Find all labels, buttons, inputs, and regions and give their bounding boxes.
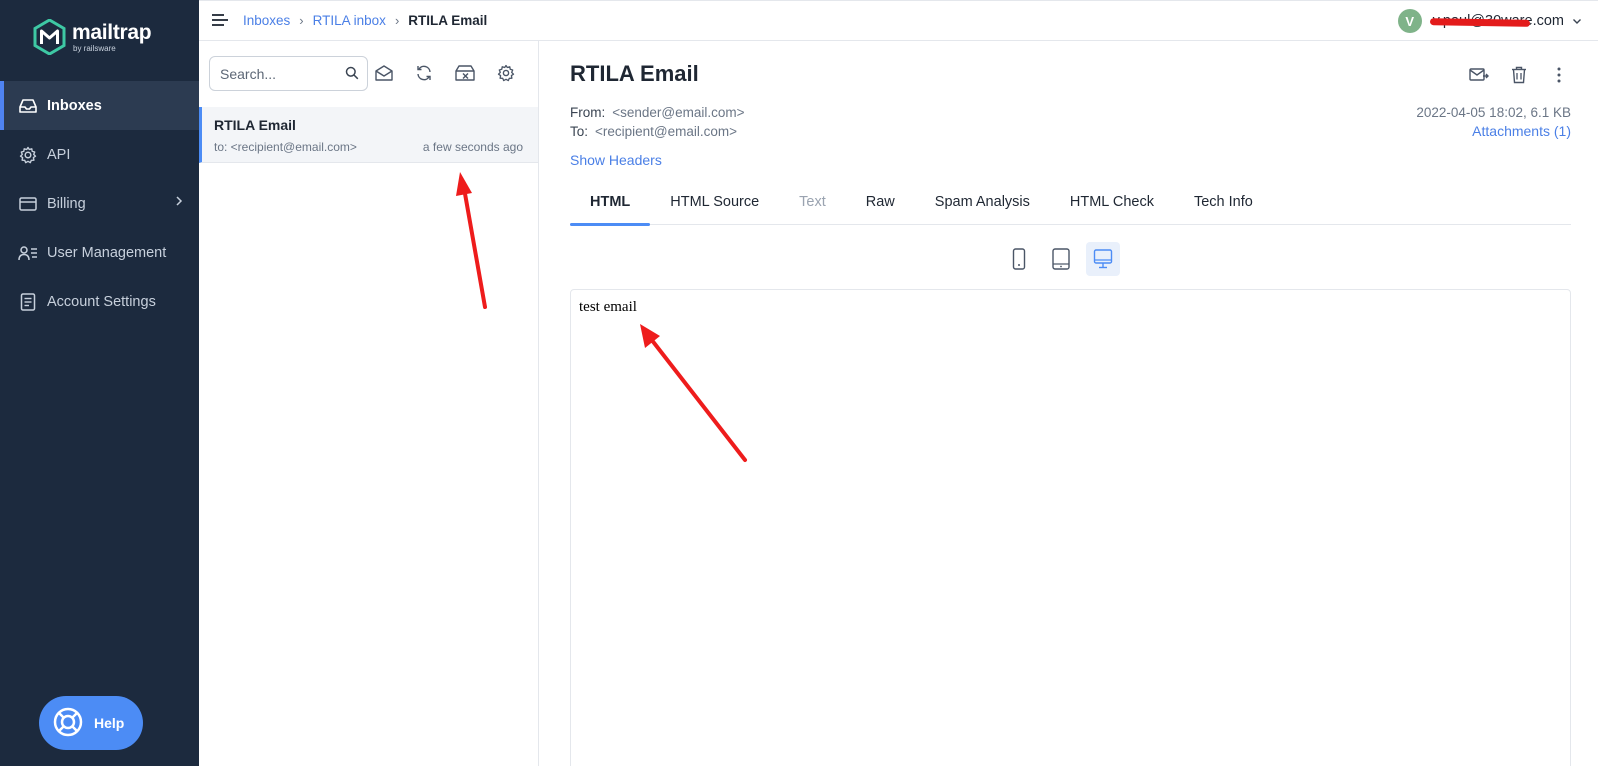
message-time: a few seconds ago <box>422 140 523 154</box>
forward-icon[interactable] <box>1467 63 1491 87</box>
menu-toggle-icon[interactable] <box>211 13 229 32</box>
gear-icon <box>18 145 38 165</box>
message-view: RTILA Email From: <sender@email.com> To: <… <box>570 41 1571 766</box>
tablet-icon[interactable] <box>1044 242 1078 276</box>
sidebar: mailtrap by railsware Inboxes API Billin… <box>0 0 199 766</box>
more-icon[interactable] <box>1547 63 1571 87</box>
desktop-icon[interactable] <box>1086 242 1120 276</box>
mailtrap-logo-icon <box>33 19 66 55</box>
message-list-pane: RTILA Email to: <recipient@email.com> a … <box>199 41 539 766</box>
sidebar-item-label: API <box>47 146 71 163</box>
sidebar-item-billing[interactable]: Billing <box>0 179 199 228</box>
chevron-right-icon <box>175 195 183 211</box>
email-body: test email <box>579 299 637 315</box>
message-subject: RTILA Email <box>214 117 296 133</box>
message-tabs: HTML HTML Source Text Raw Spam Analysis … <box>570 181 1571 226</box>
search-field[interactable] <box>209 56 368 91</box>
tab-tech-info[interactable]: Tech Info <box>1174 181 1273 225</box>
email-preview: test email <box>570 289 1571 766</box>
device-preview-switcher <box>1002 242 1128 276</box>
from-label: From: <box>570 105 606 120</box>
to-address: <recipient@email.com> <box>595 124 738 139</box>
users-icon <box>18 243 38 263</box>
tab-html-check[interactable]: HTML Check <box>1050 181 1174 225</box>
help-button[interactable]: Help <box>39 696 143 750</box>
tab-spam-analysis[interactable]: Spam Analysis <box>915 181 1050 225</box>
breadcrumb-separator: › <box>394 13 400 28</box>
sidebar-item-label: Billing <box>47 195 86 212</box>
sidebar-item-label: Inboxes <box>47 97 102 114</box>
message-date-size: 2022-04-05 18:02, 6.1 KB <box>1416 105 1571 120</box>
tab-raw[interactable]: Raw <box>846 181 915 225</box>
credit-card-icon <box>18 194 38 214</box>
user-email: v.paul@30ware.com <box>1429 13 1564 29</box>
list-item[interactable]: RTILA Email to: <recipient@email.com> a … <box>199 107 538 163</box>
breadcrumb-inboxes[interactable]: Inboxes <box>243 13 290 28</box>
clear-inbox-icon[interactable] <box>453 61 477 85</box>
mark-read-icon[interactable] <box>372 61 396 85</box>
breadcrumb: Inboxes › RTILA inbox › RTILA Email <box>243 13 487 28</box>
sidebar-nav: Inboxes API Billing User Management Acco… <box>0 81 199 326</box>
trash-icon[interactable] <box>1507 63 1531 87</box>
top-bar: Inboxes › RTILA inbox › RTILA Email V v.… <box>199 0 1598 41</box>
search-input[interactable] <box>220 65 332 82</box>
to-label: To: <box>570 124 589 139</box>
sidebar-item-user-management[interactable]: User Management <box>0 228 199 277</box>
from-line: From: <sender@email.com> <box>570 103 745 122</box>
message-meta: From: <sender@email.com> To: <recipient@em… <box>570 103 745 141</box>
breadcrumb-current: RTILA Email <box>408 13 488 28</box>
from-address: <sender@email.com> <box>612 105 745 120</box>
message-title: RTILA Email <box>570 61 699 86</box>
document-icon <box>18 292 38 312</box>
sidebar-item-label: Account Settings <box>47 293 156 310</box>
attachments-link[interactable]: Attachments (1) <box>1416 122 1571 141</box>
avatar: V <box>1397 9 1422 33</box>
search-icon[interactable] <box>345 66 359 85</box>
logo-subtitle: by railsware <box>73 43 116 53</box>
mobile-icon[interactable] <box>1002 242 1036 276</box>
settings-icon[interactable] <box>494 61 518 85</box>
tab-text[interactable]: Text <box>779 181 846 225</box>
lifebuoy-icon <box>52 706 84 741</box>
show-headers-link[interactable]: Show Headers <box>570 152 662 168</box>
logo-name: mailtrap <box>72 20 152 44</box>
mailtrap-logo[interactable]: mailtrap by railsware <box>33 19 152 55</box>
help-label: Help <box>94 715 125 731</box>
tab-html[interactable]: HTML <box>570 181 651 226</box>
message-recipient: to: <recipient@email.com> <box>214 140 357 154</box>
sidebar-item-api[interactable]: API <box>0 130 199 179</box>
user-menu[interactable]: V v.paul@30ware.com <box>1397 9 1582 33</box>
sidebar-item-account-settings[interactable]: Account Settings <box>0 277 199 326</box>
sidebar-item-label: User Management <box>47 244 167 261</box>
sidebar-item-inboxes[interactable]: Inboxes <box>0 81 199 130</box>
message-actions <box>1451 63 1571 87</box>
chevron-down-icon <box>1572 12 1582 30</box>
tab-html-source[interactable]: HTML Source <box>650 181 779 225</box>
breadcrumb-inbox[interactable]: RTILA inbox <box>313 13 386 28</box>
refresh-icon[interactable] <box>412 61 436 85</box>
breadcrumb-separator: › <box>299 13 304 28</box>
message-meta-right: 2022-04-05 18:02, 6.1 KB Attachments (1) <box>1416 103 1571 141</box>
to-line: To: <recipient@email.com> <box>570 122 745 141</box>
inbox-icon <box>18 96 38 116</box>
